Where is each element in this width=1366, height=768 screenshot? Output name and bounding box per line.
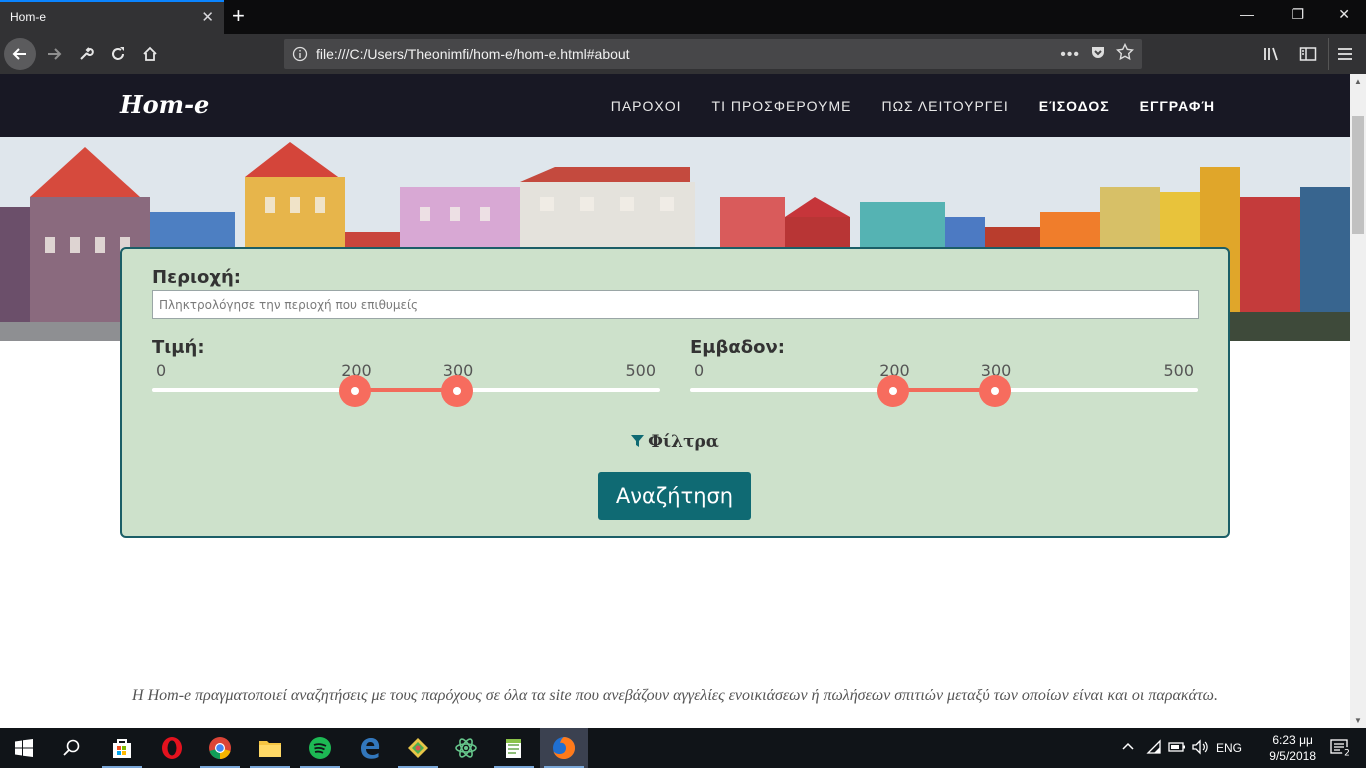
site-logo[interactable]: Hom-e bbox=[120, 90, 209, 119]
atom-icon[interactable] bbox=[442, 728, 490, 768]
back-icon[interactable] bbox=[4, 38, 36, 70]
menu-register[interactable]: ΕΓΓΡΑΦΉ bbox=[1140, 98, 1215, 114]
size-tick-min: 0 bbox=[694, 361, 705, 380]
url-bar[interactable]: file:///C:/Users/Theonimfi/hom-e/hom-e.h… bbox=[284, 39, 1142, 69]
bookmark-star-icon[interactable] bbox=[1115, 42, 1135, 66]
scroll-up-icon[interactable]: ▲ bbox=[1354, 77, 1362, 86]
file-explorer-icon[interactable] bbox=[246, 728, 294, 768]
volume-icon[interactable] bbox=[1192, 739, 1210, 758]
forward-icon[interactable] bbox=[38, 38, 70, 70]
size-tick-max: 500 bbox=[1163, 361, 1194, 380]
size-max-handle[interactable] bbox=[978, 375, 1011, 407]
site-menu: ΠΑΡΟΧΟΙ ΤΙ ΠΡΟΣΦΕΡΟΥΜΕ ΠΩΣ ΛΕΙΤΟΥΡΓΕΙ ΕΊ… bbox=[611, 98, 1215, 114]
close-window-icon[interactable]: ✕ bbox=[1338, 6, 1350, 23]
url-text: file:///C:/Users/Theonimfi/hom-e/hom-e.h… bbox=[316, 46, 630, 62]
search-button[interactable]: Αναζήτηση bbox=[598, 472, 751, 520]
area-search-input[interactable] bbox=[152, 290, 1199, 319]
clock[interactable]: 6:23 μμ 9/5/2018 bbox=[1269, 732, 1316, 764]
wrench-icon[interactable] bbox=[70, 38, 102, 70]
restore-icon[interactable]: ❐ bbox=[1291, 6, 1304, 23]
about-text: Η Hom-e πραγματοποιεί αναζητήσεις με του… bbox=[132, 687, 1218, 704]
site-navbar: Hom-e ΠΑΡΟΧΟΙ ΤΙ ΠΡΟΣΦΕΡΟΥΜΕ ΠΩΣ ΛΕΙΤΟΥΡ… bbox=[0, 74, 1350, 137]
notepad-icon[interactable] bbox=[490, 728, 538, 768]
filters-toggle[interactable]: Φίλτρα bbox=[122, 432, 1228, 452]
menu-login[interactable]: ΕΊΣΟΔΟΣ bbox=[1039, 98, 1110, 114]
menu-how-it-works[interactable]: ΠΩΣ ΛΕΙΤΟΥΡΓΕΙ bbox=[881, 98, 1008, 114]
edge-icon[interactable] bbox=[346, 728, 394, 768]
browser-tab[interactable]: Hom-e ✕ bbox=[0, 0, 224, 34]
home-icon[interactable] bbox=[134, 38, 166, 70]
browser-tab-bar: Hom-e ✕ + — ❐ ✕ bbox=[0, 0, 1366, 34]
store-icon[interactable] bbox=[98, 728, 146, 768]
price-max-handle[interactable] bbox=[440, 375, 473, 407]
minimize-icon[interactable]: — bbox=[1240, 6, 1254, 22]
scroll-thumb[interactable] bbox=[1352, 116, 1364, 234]
library-icon[interactable] bbox=[1256, 38, 1288, 70]
action-center-icon[interactable]: 2 bbox=[1330, 738, 1352, 761]
price-tick-max: 500 bbox=[625, 361, 656, 380]
battery-icon[interactable] bbox=[1168, 740, 1186, 757]
show-hidden-icons-icon[interactable] bbox=[1122, 740, 1134, 754]
hamburger-menu-icon[interactable] bbox=[1328, 38, 1360, 70]
tab-title: Hom-e bbox=[10, 10, 47, 24]
wifi-icon[interactable] bbox=[1146, 739, 1162, 758]
filter-icon bbox=[631, 435, 645, 447]
new-tab-icon[interactable]: + bbox=[232, 3, 245, 29]
size-label: Εμβαδον: bbox=[690, 337, 785, 358]
firefox-icon[interactable] bbox=[540, 728, 588, 768]
clock-date: 9/5/2018 bbox=[1269, 749, 1316, 763]
windows-taskbar: ENG 6:23 μμ 9/5/2018 2 bbox=[0, 728, 1366, 768]
sidebar-icon[interactable] bbox=[1292, 38, 1324, 70]
price-range-slider[interactable]: 0 200 300 500 bbox=[152, 361, 660, 421]
price-label: Τιμή: bbox=[152, 337, 205, 358]
filters-label: Φίλτρα bbox=[648, 432, 719, 452]
size-min-handle[interactable] bbox=[877, 375, 910, 407]
browser-toolbar: file:///C:/Users/Theonimfi/hom-e/hom-e.h… bbox=[0, 34, 1366, 74]
scroll-down-icon[interactable]: ▼ bbox=[1354, 716, 1362, 725]
opera-icon[interactable] bbox=[148, 728, 196, 768]
gitkraken-icon[interactable] bbox=[394, 728, 442, 768]
price-tick-min: 0 bbox=[156, 361, 167, 380]
start-icon[interactable] bbox=[0, 728, 48, 768]
price-min-handle[interactable] bbox=[339, 375, 372, 407]
size-range-slider[interactable]: 0 200 300 500 bbox=[690, 361, 1198, 421]
search-icon[interactable] bbox=[48, 728, 96, 768]
reload-icon[interactable] bbox=[102, 38, 134, 70]
notification-count: 2 bbox=[1344, 749, 1350, 759]
area-label: Περιοχή: bbox=[152, 267, 241, 288]
page-viewport: Hom-e ΠΑΡΟΧΟΙ ΤΙ ΠΡΟΣΦΕΡΟΥΜΕ ΠΩΣ ΛΕΙΤΟΥΡ… bbox=[0, 74, 1350, 728]
page-scrollbar[interactable]: ▲ ▼ bbox=[1350, 74, 1366, 728]
info-icon[interactable] bbox=[292, 46, 308, 67]
clock-time: 6:23 μμ bbox=[1272, 733, 1313, 747]
close-tab-icon[interactable]: ✕ bbox=[201, 8, 214, 26]
chrome-icon[interactable] bbox=[196, 728, 244, 768]
menu-providers[interactable]: ΠΑΡΟΧΟΙ bbox=[611, 98, 682, 114]
language-indicator[interactable]: ENG bbox=[1216, 741, 1242, 755]
pocket-icon[interactable] bbox=[1090, 44, 1106, 65]
menu-offers[interactable]: ΤΙ ΠΡΟΣΦΕΡΟΥΜΕ bbox=[712, 98, 852, 114]
spotify-icon[interactable] bbox=[296, 728, 344, 768]
more-actions-icon[interactable]: ••• bbox=[1060, 46, 1080, 64]
search-panel: Περιοχή: Τιμή: 0 200 300 500 Εμβαδον: 0 … bbox=[120, 247, 1230, 538]
